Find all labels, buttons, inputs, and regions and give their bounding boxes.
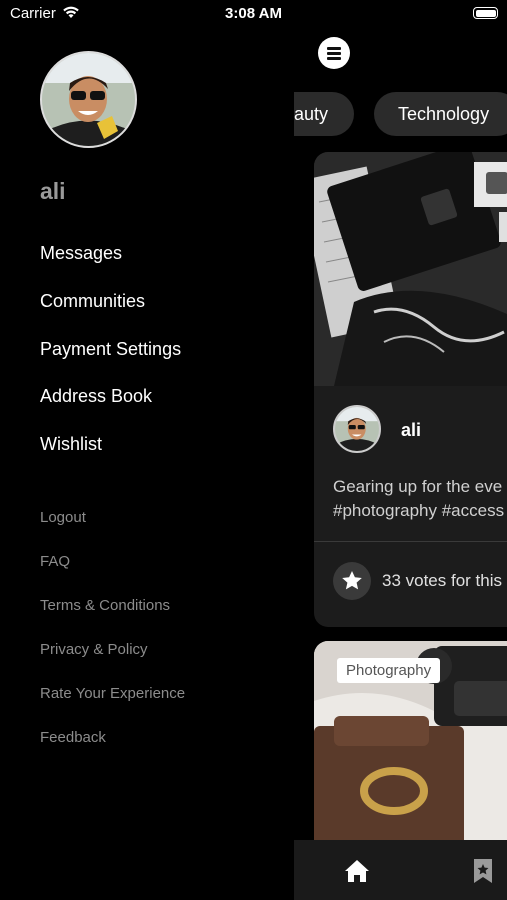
category-chip-beauty[interactable]: Beauty	[294, 92, 354, 136]
menu-item-messages[interactable]: Messages	[40, 243, 122, 264]
avatar-image	[42, 53, 135, 146]
post-image	[314, 152, 507, 386]
home-icon[interactable]	[344, 859, 370, 883]
menu-item-communities[interactable]: Communities	[40, 291, 145, 312]
bottom-tab-bar	[294, 840, 507, 900]
post-card[interactable]: ali Gearing up for the eve #photography …	[314, 152, 507, 627]
menu-item-privacy[interactable]: Privacy & Policy	[40, 641, 148, 658]
menu-item-feedback[interactable]: Feedback	[40, 729, 106, 746]
hamburger-icon[interactable]	[318, 37, 350, 69]
post-card-2[interactable]: Photography	[314, 641, 507, 871]
post-divider	[314, 541, 507, 542]
vote-count: 33 votes for this	[382, 571, 503, 590]
menu-item-faq[interactable]: FAQ	[40, 553, 70, 570]
menu-item-logout[interactable]: Logout	[40, 509, 86, 526]
status-time: 3:08 AM	[225, 5, 282, 22]
vote-star-icon[interactable]	[333, 562, 371, 600]
post-caption: Gearing up for the eve #photography #acc…	[333, 475, 504, 523]
post-caption-line1: Gearing up for the eve	[333, 477, 503, 496]
post-caption-line2: #photography #access	[333, 501, 505, 520]
status-bar: Carrier 3:08 AM	[0, 0, 507, 28]
menu-item-rate-experience[interactable]: Rate Your Experience	[40, 685, 185, 702]
post-author-name[interactable]: ali	[401, 420, 421, 441]
menu-item-wishlist[interactable]: Wishlist	[40, 434, 102, 455]
battery-icon	[473, 7, 498, 19]
main-content: Beauty Technology	[294, 0, 507, 900]
side-drawer: ali Messages Communities Payment Setting…	[0, 0, 294, 900]
drawer-username: ali	[40, 178, 66, 204]
category-chip-technology[interactable]: Technology	[374, 92, 507, 136]
menu-item-address-book[interactable]: Address Book	[40, 386, 152, 407]
bookmark-icon[interactable]	[472, 858, 494, 884]
profile-avatar[interactable]	[40, 51, 137, 148]
post-category-tag: Photography	[337, 658, 441, 683]
menu-item-terms[interactable]: Terms & Conditions	[40, 597, 170, 614]
author-avatar[interactable]	[333, 405, 381, 453]
menu-item-payment-settings[interactable]: Payment Settings	[40, 339, 181, 360]
